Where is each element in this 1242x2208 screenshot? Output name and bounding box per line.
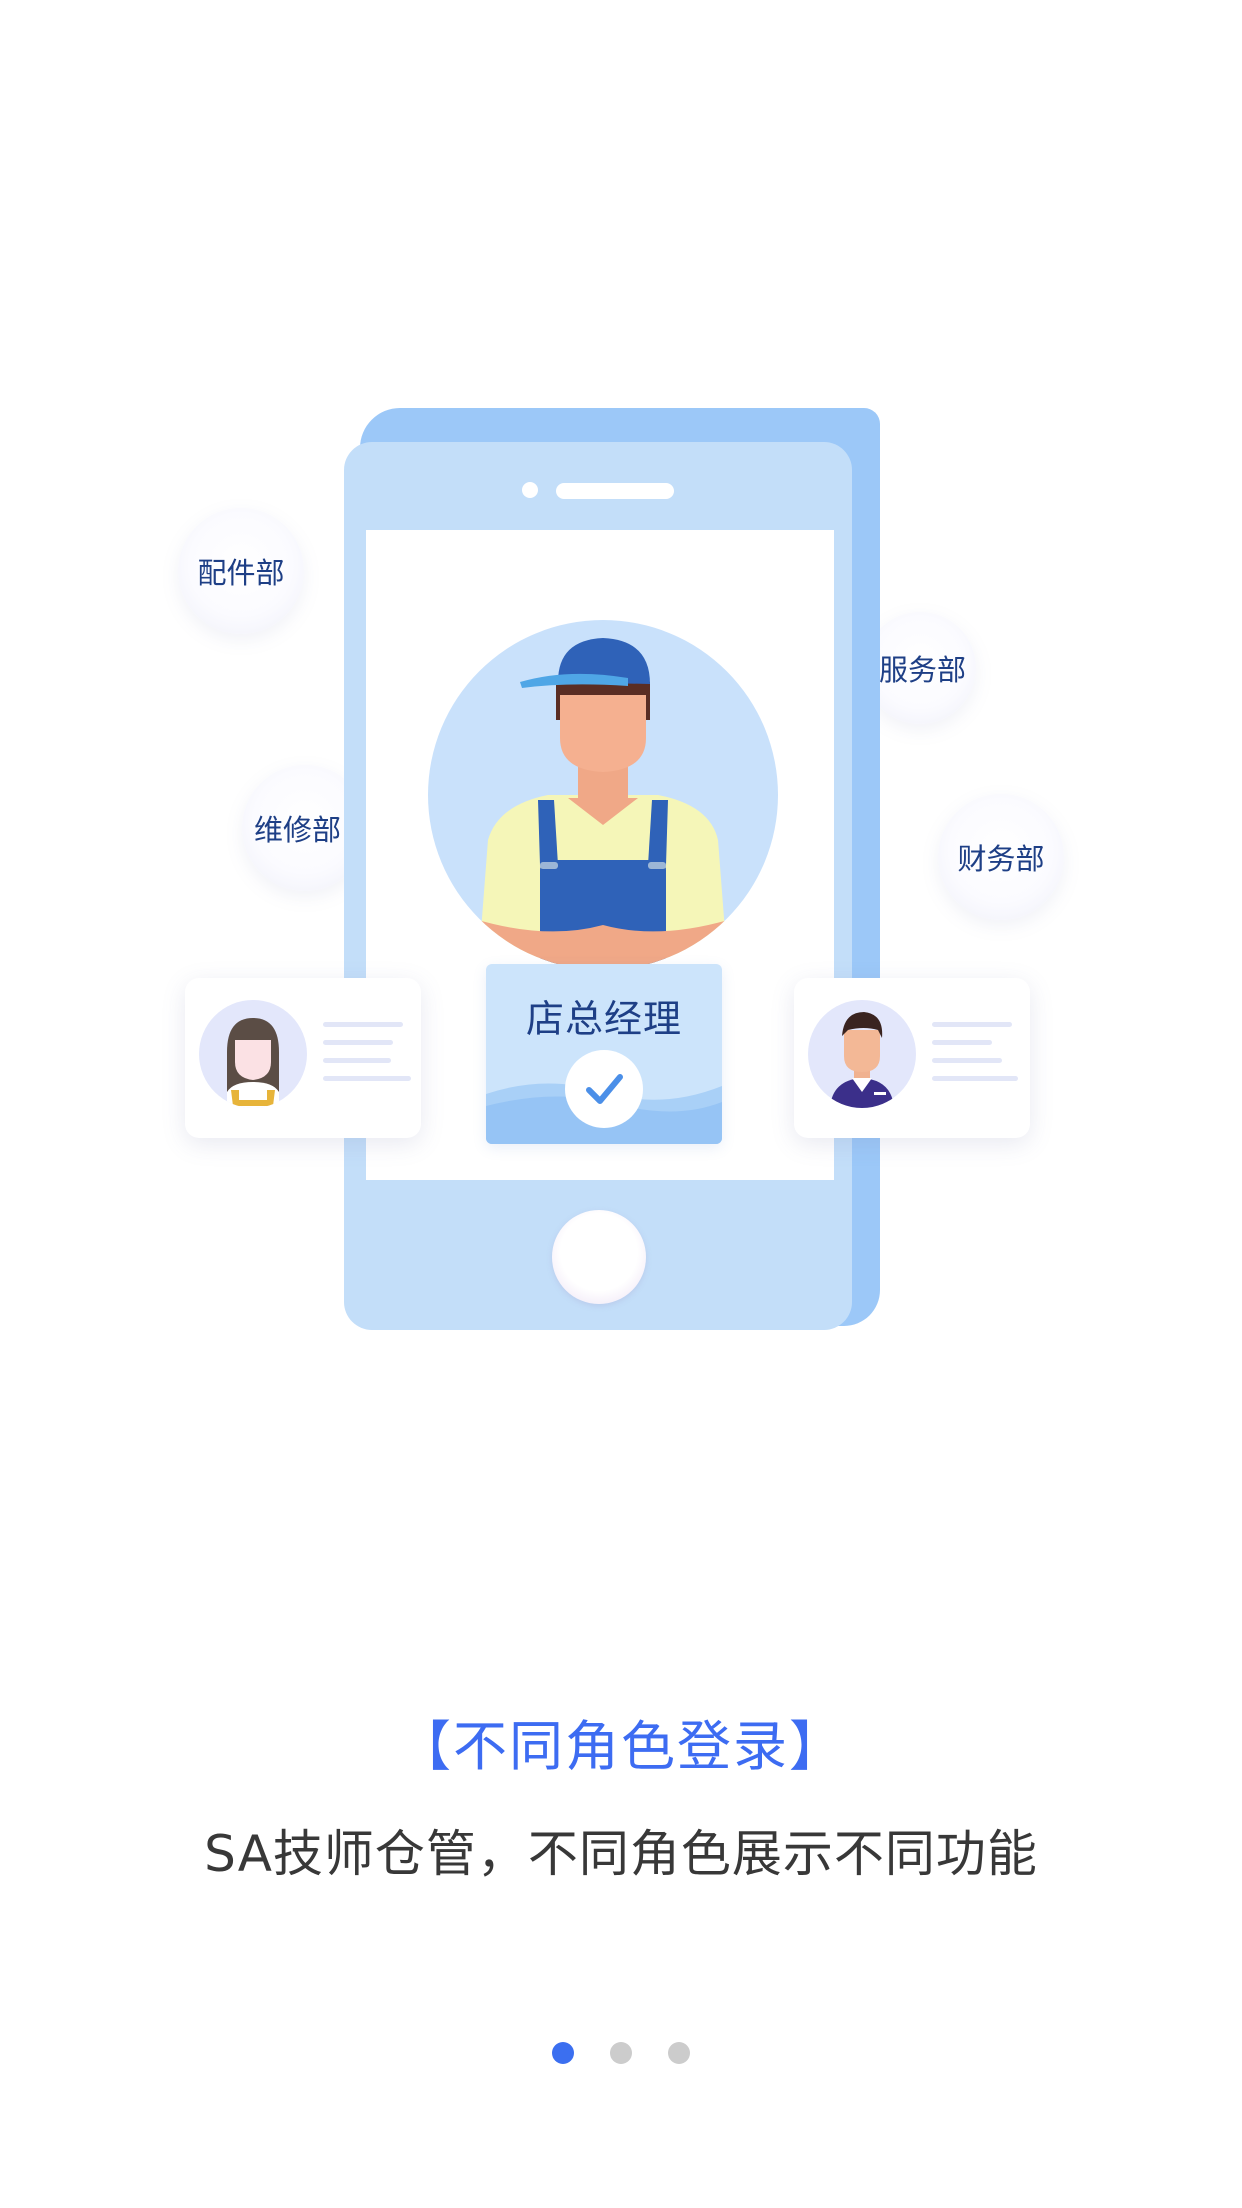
female-illustration	[227, 1018, 279, 1108]
role-card-female	[185, 978, 421, 1138]
text-line	[932, 1076, 1018, 1081]
text-line	[323, 1076, 411, 1081]
page-indicator	[0, 2042, 1242, 2064]
phone-home-button	[552, 1210, 646, 1304]
phone-speaker	[556, 483, 674, 499]
department-bubble-finance: 财务部	[938, 794, 1064, 920]
text-line	[323, 1022, 403, 1027]
department-label: 配件部	[197, 556, 285, 590]
phone-camera	[522, 482, 538, 498]
female-avatar	[199, 1000, 307, 1108]
onboarding-page: 配件部 服务部 财务部 维修部 店总经理 【不同角色登录】 SA技师仓管，不同角…	[0, 0, 1242, 2208]
page-dot[interactable]	[552, 2042, 574, 2064]
text-line	[932, 1058, 1002, 1063]
page-dot[interactable]	[610, 2042, 632, 2064]
onboarding-title: 【不同角色登录】	[397, 1715, 845, 1778]
text-line	[932, 1040, 992, 1045]
selected-role-card: 店总经理	[486, 964, 722, 1144]
department-label: 服务部	[878, 653, 966, 687]
department-label: 维修部	[254, 813, 342, 847]
manager-avatar	[428, 620, 778, 970]
male-avatar	[808, 1000, 916, 1108]
department-label: 财务部	[957, 842, 1045, 876]
department-bubble-parts: 配件部	[178, 508, 304, 634]
role-label: 店总经理	[525, 997, 682, 1041]
onboarding-subtitle: SA技师仓管，不同角色展示不同功能	[204, 1825, 1038, 1883]
department-bubble-service: 服务部	[864, 612, 976, 724]
role-card-male	[794, 978, 1030, 1138]
text-line	[932, 1022, 1012, 1027]
page-dot[interactable]	[668, 2042, 690, 2064]
male-illustration	[830, 1012, 894, 1108]
check-icon	[565, 1050, 643, 1128]
manager-illustration	[478, 638, 728, 970]
text-line	[323, 1058, 391, 1063]
text-line	[323, 1040, 393, 1045]
